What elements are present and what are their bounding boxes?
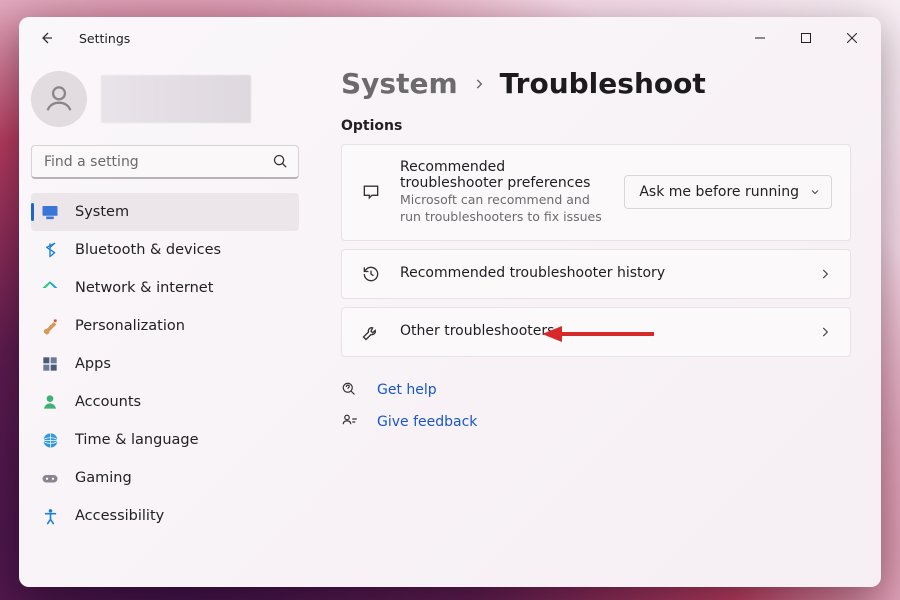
breadcrumb: System Troubleshoot <box>341 63 851 112</box>
profile[interactable] <box>31 65 299 141</box>
chat-icon <box>360 182 382 202</box>
sidebar-item-label: Time & language <box>75 432 199 448</box>
breadcrumb-parent[interactable]: System <box>341 67 458 100</box>
sidebar-item-label: Personalization <box>75 318 185 334</box>
sidebar-item-accessibility[interactable]: Accessibility <box>31 497 299 535</box>
wrench-icon <box>360 322 382 342</box>
search-input[interactable] <box>31 145 299 179</box>
card-other-troubleshooters[interactable]: Other troubleshooters <box>341 307 851 357</box>
sidebar-item-label: Gaming <box>75 470 132 486</box>
card-title: Other troubleshooters <box>400 323 800 339</box>
accessibility-icon <box>41 507 59 525</box>
sidebar-item-personalization[interactable]: Personalization <box>31 307 299 345</box>
sidebar-item-apps[interactable]: Apps <box>31 345 299 383</box>
paintbrush-icon <box>41 317 59 335</box>
sidebar-item-system[interactable]: System <box>31 193 299 231</box>
chevron-right-icon <box>818 325 832 339</box>
sidebar-item-network[interactable]: Network & internet <box>31 269 299 307</box>
select-value: Ask me before running <box>639 184 799 200</box>
chevron-down-icon <box>809 186 821 198</box>
sidebar: System Bluetooth & devices Network & int… <box>19 59 311 587</box>
breadcrumb-current: Troubleshoot <box>500 67 706 100</box>
recommended-prefs-select[interactable]: Ask me before running <box>624 175 832 209</box>
sidebar-item-label: Network & internet <box>75 280 213 296</box>
sidebar-item-gaming[interactable]: Gaming <box>31 459 299 497</box>
give-feedback-link[interactable]: Give feedback <box>341 413 851 431</box>
chevron-right-icon <box>818 267 832 281</box>
arrow-left-icon <box>39 30 55 46</box>
sidebar-item-label: Accounts <box>75 394 141 410</box>
settings-window: Settings System <box>19 17 881 587</box>
sidebar-item-label: Accessibility <box>75 508 164 524</box>
sidebar-item-label: System <box>75 204 129 220</box>
link-label: Give feedback <box>377 414 477 430</box>
sidebar-item-label: Bluetooth & devices <box>75 242 221 258</box>
maximize-icon <box>801 33 811 43</box>
person-icon <box>42 82 76 116</box>
section-heading: Options <box>341 118 851 134</box>
get-help-link[interactable]: Get help <box>341 381 851 399</box>
window-title: Settings <box>79 31 130 46</box>
body: System Bluetooth & devices Network & int… <box>19 59 881 587</box>
profile-name-redacted <box>101 75 251 123</box>
search-icon <box>272 153 289 174</box>
close-icon <box>847 33 857 43</box>
sidebar-item-bluetooth[interactable]: Bluetooth & devices <box>31 231 299 269</box>
sidebar-item-time[interactable]: Time & language <box>31 421 299 459</box>
gamepad-icon <box>41 469 59 487</box>
chevron-right-icon <box>472 77 486 91</box>
history-icon <box>360 264 382 284</box>
avatar <box>31 71 87 127</box>
person-small-icon <box>41 393 59 411</box>
search <box>31 145 299 179</box>
feedback-icon <box>341 413 359 431</box>
apps-icon <box>41 355 59 373</box>
card-history[interactable]: Recommended troubleshooter history <box>341 249 851 299</box>
back-button[interactable] <box>33 24 61 52</box>
globe-clock-icon <box>41 431 59 449</box>
card-recommended-prefs: Recommended troubleshooter preferences M… <box>341 144 851 241</box>
close-button[interactable] <box>829 22 875 54</box>
help-icon <box>341 381 359 399</box>
maximize-button[interactable] <box>783 22 829 54</box>
minimize-icon <box>755 33 765 43</box>
nav: System Bluetooth & devices Network & int… <box>31 193 299 535</box>
content: System Troubleshoot Options Recommended … <box>311 59 881 587</box>
card-title: Recommended troubleshooter preferences <box>400 159 606 191</box>
sidebar-item-accounts[interactable]: Accounts <box>31 383 299 421</box>
wifi-icon <box>41 279 59 297</box>
link-label: Get help <box>377 382 437 398</box>
window-buttons <box>737 22 875 54</box>
card-title: Recommended troubleshooter history <box>400 265 800 281</box>
bluetooth-icon <box>41 241 59 259</box>
card-desc: Microsoft can recommend and run troubles… <box>400 192 606 226</box>
footer-links: Get help Give feedback <box>341 381 851 431</box>
sidebar-item-label: Apps <box>75 356 111 372</box>
minimize-button[interactable] <box>737 22 783 54</box>
titlebar: Settings <box>19 17 881 59</box>
display-icon <box>41 203 59 221</box>
